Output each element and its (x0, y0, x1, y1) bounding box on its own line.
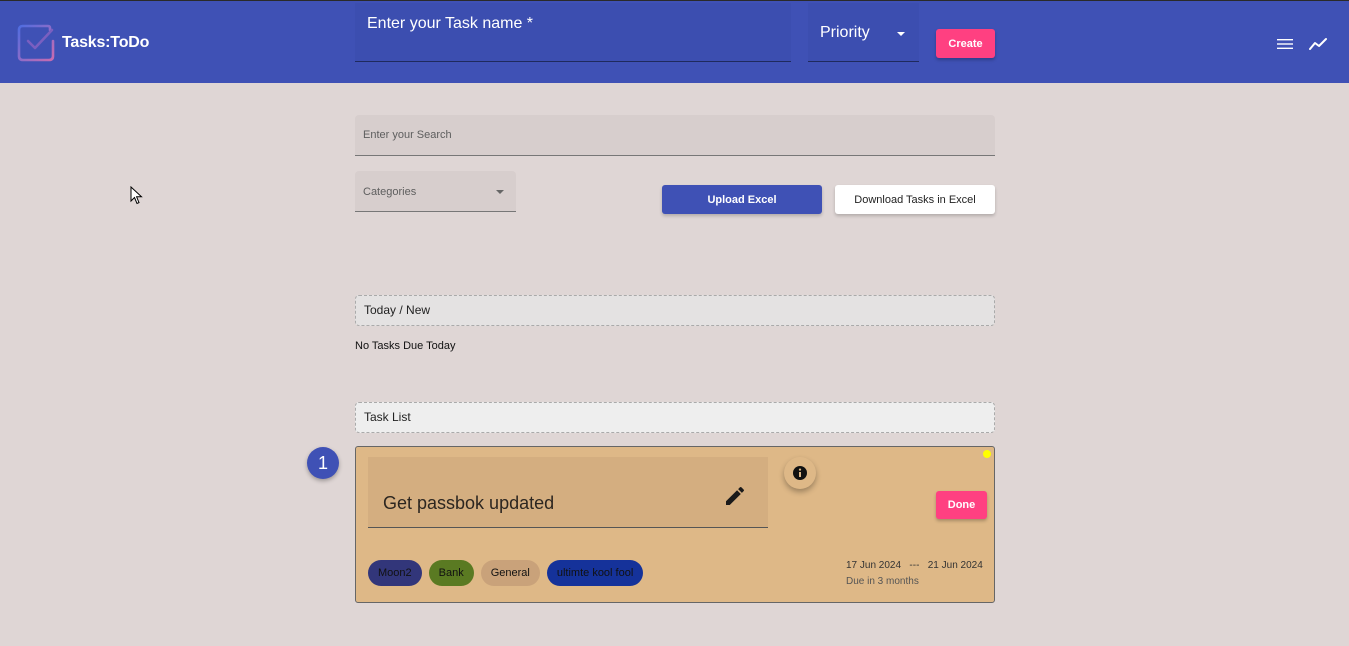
upload-excel-button[interactable]: Upload Excel (662, 185, 822, 214)
task-list-header: Task List (355, 402, 995, 433)
due-text: Due in 3 months (846, 576, 919, 587)
tag-chip[interactable]: General (480, 560, 540, 586)
info-button[interactable] (784, 457, 816, 489)
trending-up-icon[interactable] (1309, 37, 1327, 51)
app-title: Tasks:ToDo (62, 34, 150, 51)
date-separator: --- (909, 560, 920, 571)
categories-label: Categories (363, 186, 417, 198)
search-input[interactable] (355, 115, 995, 155)
status-indicator-dot (983, 450, 991, 458)
create-button[interactable]: Create (936, 29, 995, 58)
edit-pencil-icon[interactable] (723, 484, 747, 508)
task-index-badge: 1 (307, 447, 339, 479)
task-name-field[interactable] (355, 3, 791, 62)
task-name: Get passbok updated (383, 493, 555, 513)
done-button[interactable]: Done (936, 491, 987, 519)
no-tasks-message: No Tasks Due Today (355, 340, 456, 352)
top-app-bar: Tasks:ToDo Priority Create (0, 0, 1349, 83)
priority-label: Priority (820, 24, 870, 41)
tag-chip[interactable]: Bank (428, 560, 474, 586)
tag-chip[interactable]: Moon2 (368, 560, 422, 586)
mouse-cursor-icon (130, 186, 143, 205)
priority-select[interactable]: Priority (808, 3, 919, 62)
tag-chip[interactable]: ultimte kool fool (546, 560, 644, 586)
task-card: Get passbok updated Done Moon2 Bank Gene… (355, 446, 995, 603)
info-icon (793, 466, 807, 480)
today-section-header: Today / New (355, 295, 995, 326)
end-date: 21 Jun 2024 (927, 560, 983, 571)
categories-select[interactable]: Categories (355, 171, 516, 212)
tag-list: Moon2 Bank General ultimte kool fool (368, 560, 644, 586)
search-field[interactable] (355, 115, 995, 156)
chevron-down-icon (496, 190, 504, 194)
date-range: 17 Jun 2024 --- 21 Jun 2024 (846, 560, 983, 571)
task-name-input[interactable] (355, 3, 791, 61)
download-excel-button[interactable]: Download Tasks in Excel (835, 185, 995, 214)
checkbox-logo-icon (17, 24, 55, 62)
menu-icon[interactable] (1277, 38, 1293, 50)
task-name-display: Get passbok updated (368, 457, 768, 528)
chevron-down-icon (897, 32, 905, 36)
start-date: 17 Jun 2024 (846, 560, 902, 571)
